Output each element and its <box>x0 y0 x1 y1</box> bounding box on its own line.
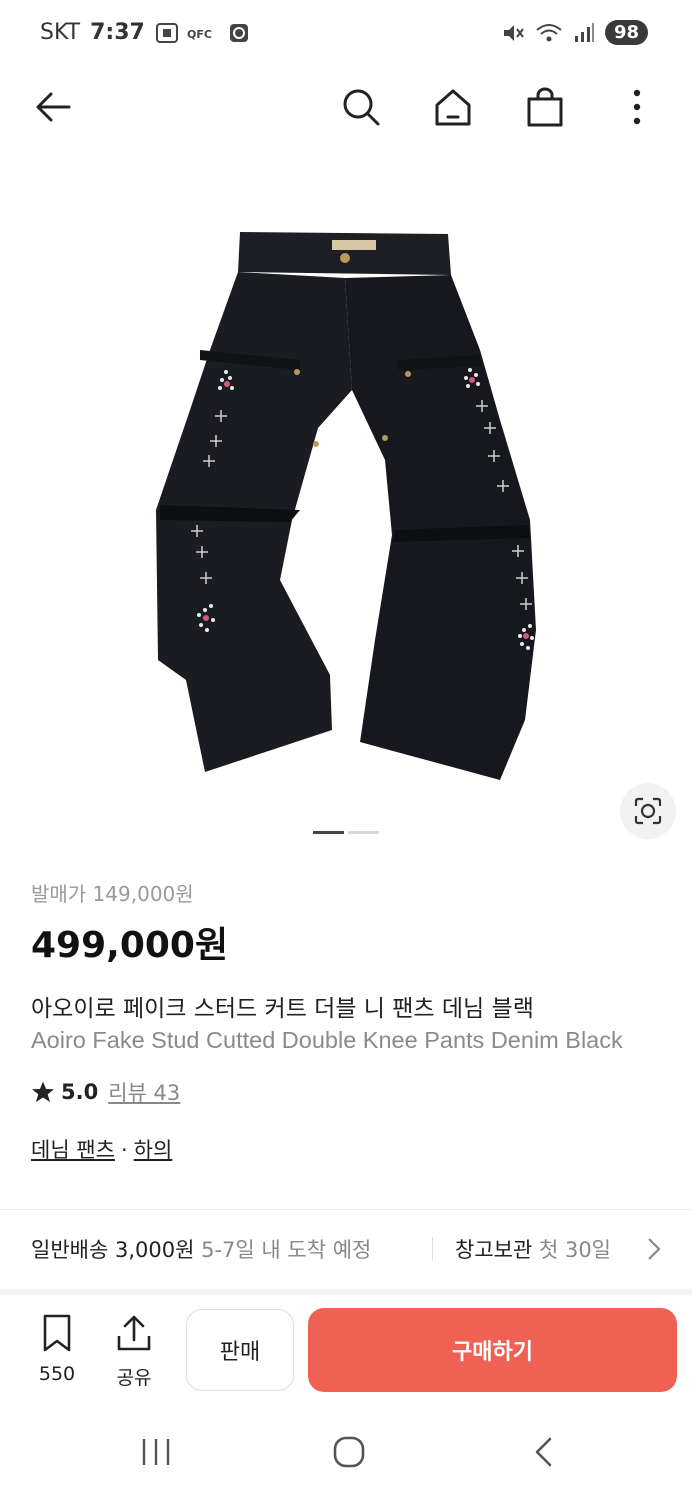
status-bar: SKT 7:37 QFC 98 <box>0 0 692 70</box>
signal-icon <box>574 22 594 42</box>
home-nav-icon[interactable] <box>332 1436 366 1468</box>
wifi-icon <box>536 23 562 41</box>
buy-button[interactable]: 구매하기 <box>308 1308 677 1392</box>
price: 499,000원 <box>31 925 229 966</box>
product-image[interactable] <box>0 160 692 820</box>
clock-app-icon <box>229 23 248 42</box>
product-title-korean: 아오이로 페이크 스터드 커트 더블 니 팬츠 데님 블랙 <box>31 996 534 1022</box>
shipping-eta: 5-7일 내 도착 예정 <box>201 1238 372 1262</box>
more-vertical-icon[interactable] <box>614 84 660 130</box>
image-search-lens-button[interactable] <box>620 783 676 839</box>
carousel-indicator <box>313 831 379 834</box>
bookmark-count: 550 <box>38 1363 76 1385</box>
warehouse-storage: 창고보관 첫 30일 <box>455 1234 635 1264</box>
share-icon <box>117 1315 151 1351</box>
bookmark-icon <box>43 1314 71 1352</box>
svg-text:QFC: QFC <box>187 28 212 41</box>
shipping-row[interactable]: 일반배송 3,000원 5-7일 내 도착 예정 창고보관 첫 30일 <box>0 1210 692 1288</box>
mute-icon <box>503 24 524 41</box>
carousel-dot <box>348 831 379 834</box>
storage-note: 첫 30일 <box>538 1238 612 1262</box>
review-link[interactable]: 리뷰 43 <box>108 1077 180 1107</box>
chevron-right-icon <box>648 1238 661 1260</box>
category-separator: · <box>120 1138 128 1162</box>
rating-row: 5.0 리뷰 43 <box>31 1077 180 1107</box>
clock: 7:37 <box>90 20 145 45</box>
share-button[interactable]: 공유 <box>104 1314 164 1390</box>
subcategory-link[interactable]: 하의 <box>134 1138 173 1162</box>
lens-icon <box>634 797 662 825</box>
home-icon[interactable] <box>430 84 476 130</box>
screenshot-icon <box>155 22 178 43</box>
shopping-bag-icon[interactable] <box>522 84 568 130</box>
system-navigation-bar <box>0 1400 692 1500</box>
product-title-english: Aoiro Fake Stud Cutted Double Knee Pants… <box>31 1027 623 1053</box>
battery-indicator: 98 <box>604 20 648 45</box>
shipping-fee: 일반배송 3,000원 <box>31 1238 195 1262</box>
bottom-action-bar: 550 공유 판매 구매하기 <box>0 1296 692 1400</box>
carousel-dot-active <box>313 831 344 834</box>
section-divider <box>0 1289 692 1295</box>
storage-label: 창고보관 <box>455 1238 533 1262</box>
back-nav-icon[interactable] <box>530 1436 558 1468</box>
shipping-divider <box>432 1237 433 1261</box>
pants-image <box>156 232 536 780</box>
bookmark-button[interactable]: 550 <box>27 1314 87 1385</box>
search-icon[interactable] <box>338 84 384 130</box>
standard-shipping: 일반배송 3,000원 5-7일 내 도착 예정 <box>31 1234 371 1264</box>
back-arrow-icon[interactable] <box>30 84 76 130</box>
release-price: 발매가 149,000원 <box>31 882 194 906</box>
sell-button[interactable]: 판매 <box>186 1309 294 1391</box>
category-breadcrumb: 데님 팬츠 · 하의 <box>31 1134 172 1164</box>
carrier: SKT <box>40 20 81 45</box>
recent-apps-icon[interactable] <box>140 1436 172 1468</box>
rating-value: 5.0 <box>61 1080 99 1104</box>
category-link[interactable]: 데님 팬츠 <box>31 1138 115 1162</box>
app-notification-icon: QFC <box>187 28 212 41</box>
top-nav <box>0 70 692 144</box>
share-label: 공유 <box>116 1367 152 1389</box>
star-icon <box>32 1081 54 1102</box>
